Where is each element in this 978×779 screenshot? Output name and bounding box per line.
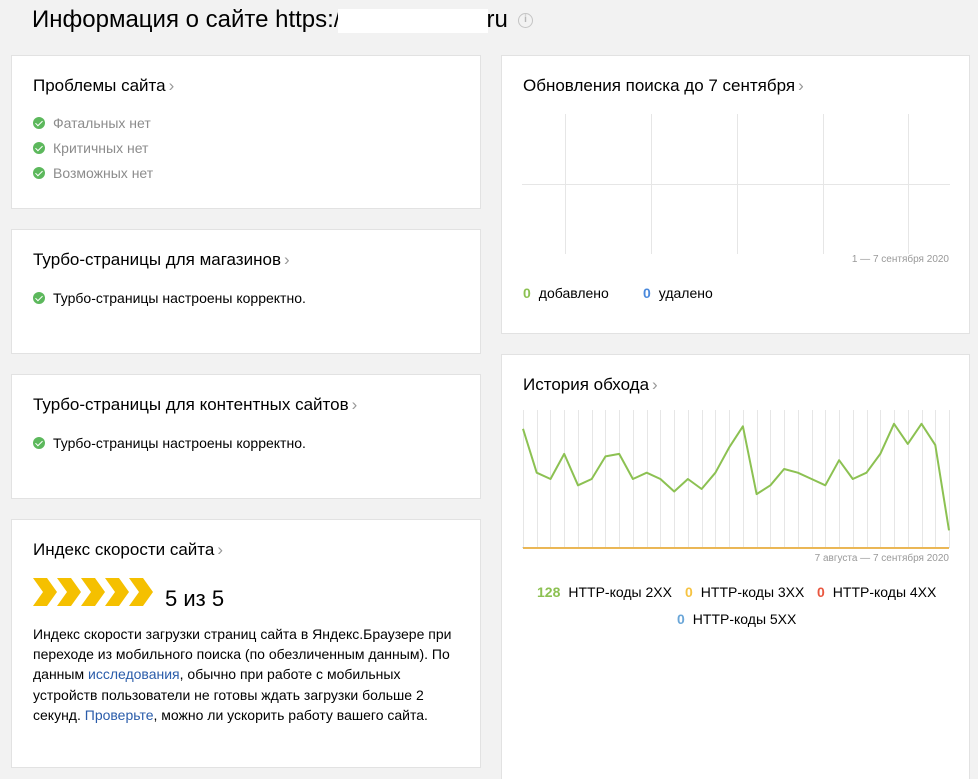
- legend-4xx: 0 HTTP-коды 4XX: [817, 584, 936, 600]
- crawl-history-title-text: История обхода: [523, 375, 650, 394]
- problem-item-label: Критичных нет: [53, 140, 149, 156]
- removed-count: 0: [643, 285, 651, 301]
- turbo-shops-status-text: Турбо-страницы настроены корректно.: [53, 290, 306, 306]
- legend-2xx: 128 HTTP-коды 2XX: [537, 584, 672, 600]
- turbo-content-title-text: Турбо-страницы для контентных сайтов: [33, 395, 349, 414]
- crawl-history-card: История обхода › 7 августа — 7 сентября 2…: [501, 354, 970, 779]
- speed-arrows: [33, 578, 153, 606]
- check-circle-icon: [33, 117, 45, 129]
- site-problems-title-text: Проблемы сайта: [33, 76, 166, 95]
- search-updates-title[interactable]: Обновления поиска до 7 сентября ›: [523, 76, 804, 96]
- speed-arrow-icon: [129, 578, 153, 606]
- speed-arrow-icon: [105, 578, 129, 606]
- site-problems-title[interactable]: Проблемы сайта ›: [33, 76, 174, 96]
- speed-text-3: , можно ли ускорить работу вашего сайта.: [153, 706, 428, 723]
- turbo-shops-card: Турбо-страницы для магазинов › Турбо-стра…: [11, 229, 481, 354]
- speed-arrow-icon: [81, 578, 105, 606]
- problem-item: Фатальных нет: [33, 115, 151, 131]
- chevron-right-icon: ›: [168, 76, 175, 95]
- research-link[interactable]: исследования: [88, 666, 180, 682]
- legend-5xx-label: HTTP-коды 5XX: [692, 611, 797, 627]
- chevron-right-icon: ›: [217, 540, 224, 559]
- redacted-domain: [338, 8, 489, 33]
- check-circle-icon: [33, 292, 45, 304]
- site-problems-card: Проблемы сайта › Фатальных нет Критичных …: [11, 55, 481, 209]
- check-circle-icon: [33, 167, 45, 179]
- speed-arrow-icon: [33, 578, 57, 606]
- legend-3xx-count: 0: [685, 584, 693, 600]
- speed-description: Индекс скорости загрузки страниц сайта в…: [33, 624, 458, 725]
- crawl-history-period: 7 августа — 7 сентября 2020: [814, 553, 949, 564]
- speed-index-title[interactable]: Индекс скорости сайта ›: [33, 540, 223, 560]
- legend-3xx-label: HTTP-коды 3XX: [700, 584, 805, 600]
- page-title-suffix: ru: [486, 6, 508, 33]
- turbo-shops-status: Турбо-страницы настроены корректно.: [33, 290, 306, 306]
- turbo-content-card: Турбо-страницы для контентных сайтов › Ту…: [11, 374, 481, 499]
- chevron-right-icon: ›: [351, 395, 358, 414]
- turbo-content-status: Турбо-страницы настроены корректно.: [33, 435, 306, 451]
- search-updates-chart: [522, 114, 950, 254]
- turbo-content-status-text: Турбо-страницы настроены корректно.: [53, 435, 306, 451]
- legend-4xx-count: 0: [817, 584, 825, 600]
- problem-item-label: Возможных нет: [53, 165, 154, 181]
- check-link[interactable]: Проверьте: [85, 707, 154, 723]
- added-count: 0: [523, 285, 531, 301]
- chevron-right-icon: ›: [283, 250, 290, 269]
- search-updates-period: 1 — 7 сентября 2020: [851, 254, 949, 265]
- chevron-right-icon: ›: [798, 76, 804, 95]
- crawl-history-chart: [522, 410, 950, 549]
- check-circle-icon: [33, 437, 45, 449]
- legend-2xx-label: HTTP-коды 2XX: [568, 584, 672, 600]
- speed-score: 5 из 5: [165, 586, 225, 611]
- problem-item-label: Фатальных нет: [53, 115, 151, 131]
- turbo-shops-title[interactable]: Турбо-страницы для магазинов ›: [33, 250, 290, 270]
- legend-3xx: 0 HTTP-коды 3XX: [685, 584, 804, 600]
- turbo-content-title[interactable]: Турбо-страницы для контентных сайтов ›: [33, 395, 357, 415]
- page-title: Информация о сайте https:/ ru: [32, 6, 508, 34]
- added-legend: 0 добавлено: [523, 285, 609, 301]
- problem-item: Возможных нет: [33, 165, 153, 181]
- problem-item: Критичных нет: [33, 140, 148, 156]
- legend-5xx: 0 HTTP-коды 5XX: [677, 611, 796, 627]
- search-updates-card: Обновления поиска до 7 сентября › 1 — 7 с…: [501, 55, 970, 334]
- series-line-2xx: [522, 422, 950, 531]
- removed-legend: 0 удалено: [643, 285, 713, 301]
- search-updates-title-text: Обновления поиска до 7 сентября: [523, 76, 796, 95]
- check-circle-icon: [33, 142, 45, 154]
- added-label: добавлено: [538, 285, 609, 301]
- speed-arrow-icon: [57, 578, 81, 606]
- chevron-right-icon: ›: [652, 375, 658, 394]
- legend-5xx-count: 0: [677, 611, 685, 627]
- page-title-prefix: Информация о сайте https:/: [32, 6, 341, 33]
- turbo-shops-title-text: Турбо-страницы для магазинов: [33, 250, 281, 269]
- crawl-history-title[interactable]: История обхода ›: [523, 375, 658, 395]
- removed-label: удалено: [658, 285, 713, 301]
- info-icon[interactable]: i: [518, 13, 533, 28]
- speed-index-card: Индекс скорости сайта › 5 из 5 Индекс ско…: [11, 519, 481, 768]
- speed-index-title-text: Индекс скорости сайта: [33, 540, 215, 559]
- legend-2xx-count: 128: [537, 584, 561, 600]
- legend-4xx-label: HTTP-коды 4XX: [832, 584, 937, 600]
